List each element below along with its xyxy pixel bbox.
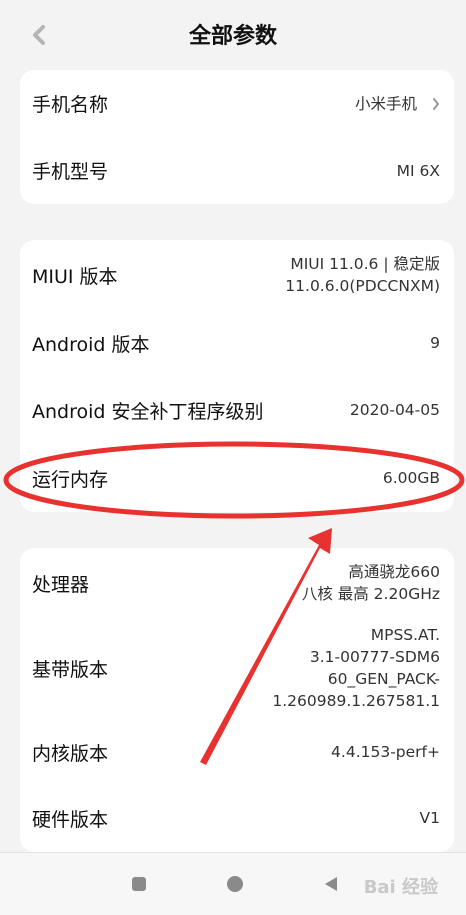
phone-model-value: MI 6X (396, 161, 440, 180)
ram-label: 运行内存 (32, 468, 109, 491)
watermark: Bai 经验 (363, 877, 438, 898)
header: 全部参数 (0, 0, 466, 70)
processor-row: 处理器 高通骁龙660 八核 最高 2.20GHz (20, 554, 454, 612)
hardware-label: 硬件版本 (32, 808, 109, 831)
kernel-label: 内核版本 (32, 742, 109, 765)
hardware-value: V1 (419, 809, 440, 827)
baseband-row: 基带版本 MPSS.AT. 3.1-00777-SDM6 60_GEN_PACK… (20, 620, 454, 716)
system-info-card: MIUI 版本 MIUI 11.0.6 | 稳定版 11.0.6.0(PDCCN… (20, 240, 454, 512)
miui-version-line2: 11.0.6.0(PDCCNXM) (285, 277, 440, 295)
processor-value: 高通骁龙660 八核 最高 2.20GHz (302, 561, 440, 605)
baseband-label: 基带版本 (32, 658, 109, 681)
kernel-value: 4.4.153-perf+ (331, 743, 440, 761)
phone-name-value-wrap: 小米手机 (355, 93, 440, 115)
square-icon (132, 877, 146, 891)
security-patch-row: Android 安全补丁程序级别 2020-04-05 (20, 376, 454, 444)
security-patch-label: Android 安全补丁程序级别 (32, 400, 264, 423)
triangle-back-icon (325, 877, 337, 891)
phone-name-value: 小米手机 (355, 94, 418, 113)
ram-row: 运行内存 6.00GB (20, 444, 454, 512)
baseband-line: 60_GEN_PACK- (327, 670, 440, 688)
miui-version-value: MIUI 11.0.6 | 稳定版 11.0.6.0(PDCCNXM) (285, 253, 440, 297)
processor-line1: 高通骁龙660 (348, 563, 440, 581)
page-title: 全部参数 (188, 24, 277, 49)
phone-model-row: 手机型号 MI 6X (20, 137, 454, 204)
miui-version-line1: MIUI 11.0.6 | 稳定版 (290, 255, 440, 273)
chevron-right-icon (433, 98, 439, 110)
circle-icon (227, 876, 243, 892)
baseband-line: 1.260989.1.267581.1 (272, 692, 440, 710)
hardware-row: 硬件版本 V1 (20, 786, 454, 850)
basic-info-card: 手机名称 小米手机 手机型号 MI 6X (20, 70, 454, 204)
home-button[interactable] (222, 871, 248, 897)
phone-model-label: 手机型号 (32, 161, 109, 183)
processor-label: 处理器 (32, 573, 90, 596)
android-version-value: 9 (430, 334, 440, 352)
baseband-line: MPSS.AT. (370, 626, 440, 644)
navigation-bar: Bai 经验 (0, 852, 466, 915)
android-version-label: Android 版本 (32, 333, 150, 356)
recents-button[interactable] (126, 871, 152, 897)
phone-name-label: 手机名称 (32, 94, 109, 116)
android-version-row: Android 版本 9 (20, 310, 454, 376)
miui-version-label: MIUI 版本 (32, 265, 118, 288)
back-nav-button[interactable] (318, 871, 344, 897)
kernel-row: 内核版本 4.4.153-perf+ (20, 720, 454, 784)
baseband-line: 3.1-00777-SDM6 (309, 648, 440, 666)
miui-version-row: MIUI 版本 MIUI 11.0.6 | 稳定版 11.0.6.0(PDCCN… (20, 240, 454, 310)
ram-value: 6.00GB (382, 469, 440, 487)
security-patch-value: 2020-04-05 (349, 401, 440, 419)
baseband-value: MPSS.AT. 3.1-00777-SDM6 60_GEN_PACK- 1.2… (272, 624, 440, 712)
processor-line2: 八核 最高 2.20GHz (301, 585, 440, 603)
phone-name-row[interactable]: 手机名称 小米手机 (20, 70, 454, 137)
hardware-info-card: 处理器 高通骁龙660 八核 最高 2.20GHz 基带版本 MPSS.AT. … (20, 548, 454, 852)
